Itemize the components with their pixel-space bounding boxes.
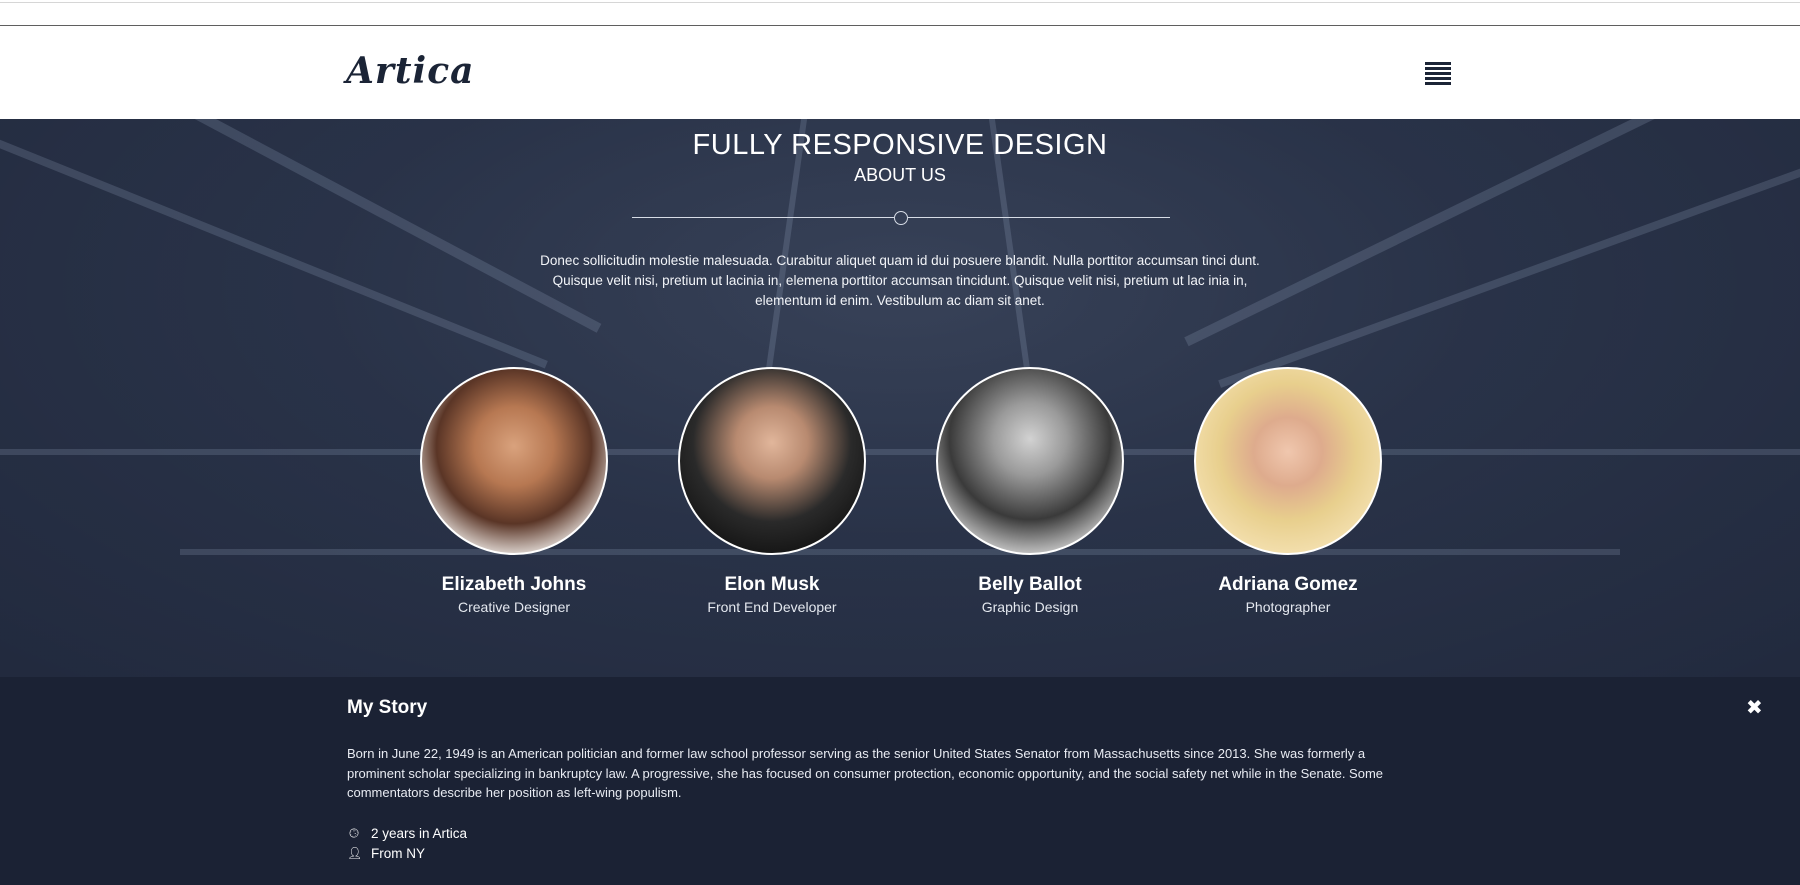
my-story-panel: My Story ✖ Born in June 22, 1949 is an A… — [0, 677, 1800, 885]
clock-icon: 🕓︎ — [349, 825, 359, 840]
site-logo[interactable]: Artica — [346, 50, 474, 92]
member-name: Belly Ballot — [978, 574, 1082, 595]
site-header: Artica — [0, 26, 1800, 119]
close-icon[interactable]: ✖ — [1746, 695, 1763, 720]
title-divider — [632, 211, 1170, 225]
browser-top-strip — [0, 0, 1800, 26]
member-role: Graphic Design — [981, 599, 1079, 615]
member-name: Elizabeth Johns — [441, 574, 587, 595]
team-member-card[interactable]: Adriana Gomez Photographer — [1168, 367, 1408, 615]
about-us-section: FULLY RESPONSIVE DESIGN ABOUT US Donec s… — [0, 119, 1800, 677]
hamburger-menu-icon[interactable] — [1425, 62, 1453, 85]
team-member-card[interactable]: Belly Ballot Graphic Design — [910, 367, 1150, 615]
story-text: Born in June 22, 1949 is an American pol… — [347, 746, 1384, 800]
team-member-card[interactable]: Elon Musk Front End Developer — [652, 367, 892, 615]
avatar[interactable] — [936, 367, 1124, 555]
section-title: FULLY RESPONSIVE DESIGN — [692, 129, 1108, 161]
avatar[interactable] — [678, 367, 866, 555]
story-meta: 🕓︎ 2 years in Artica 👤︎ From NY — [347, 823, 467, 863]
meta-tenure: 🕓︎ 2 years in Artica — [347, 823, 467, 843]
divider-circle-icon — [894, 211, 908, 225]
member-role: Front End Developer — [707, 599, 837, 615]
user-icon: 👤︎ — [347, 846, 363, 860]
member-name: Adriana Gomez — [1218, 574, 1358, 595]
member-name: Elon Musk — [724, 574, 820, 595]
story-title: My Story — [347, 697, 428, 718]
team-member-card[interactable]: Elizabeth Johns Creative Designer — [394, 367, 634, 615]
top-divider-line — [0, 2, 1800, 3]
background-beam — [1218, 158, 1800, 388]
meta-origin: 👤︎ From NY — [347, 845, 425, 861]
avatar[interactable] — [420, 367, 608, 555]
section-subtitle: ABOUT US — [854, 165, 946, 185]
member-role: Photographer — [1245, 599, 1331, 615]
member-role: Creative Designer — [457, 599, 571, 615]
team-list: Elizabeth Johns Creative Designer Elon M… — [0, 367, 1800, 627]
avatar[interactable] — [1194, 367, 1382, 555]
intro-paragraph: Donec sollicitudin molestie malesuada. C… — [540, 253, 1260, 308]
